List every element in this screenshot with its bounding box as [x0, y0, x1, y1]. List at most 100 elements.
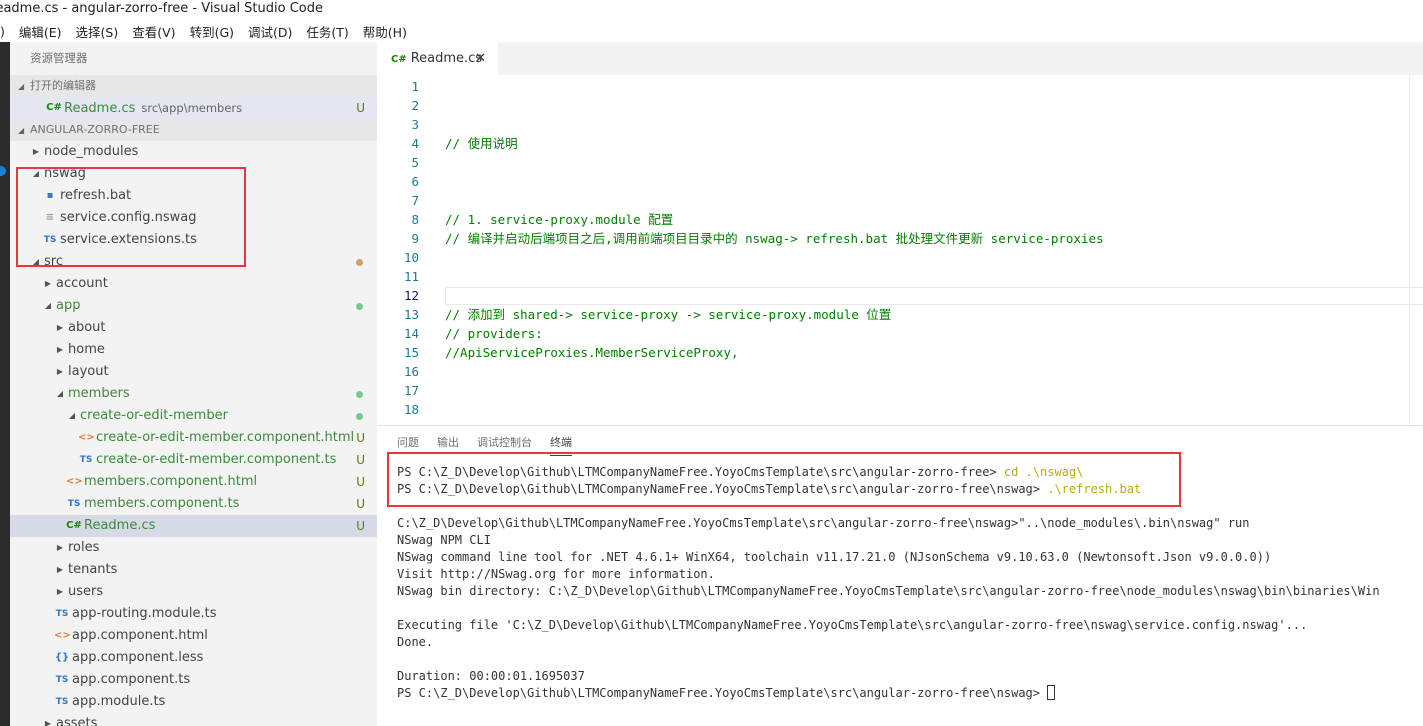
chevron-right-icon[interactable]: ▶ — [42, 713, 54, 726]
menu-item[interactable]: 编辑(E) — [12, 22, 69, 41]
line-number: 9 — [411, 231, 419, 246]
folder-item[interactable]: ◢ create-or-edit-member — [10, 405, 377, 427]
code-line[interactable]: // 编译并启动后端项目之后,调用前端项目目录中的 nswag-> refres… — [445, 229, 1104, 248]
terminal-text: Done. — [397, 635, 434, 649]
file-item[interactable]: <>create-or-edit-member.component.html U — [10, 427, 377, 449]
folder-item[interactable]: ▶ home — [10, 339, 377, 361]
line-number: 7 — [411, 193, 419, 208]
menu-item[interactable]: 转到(G) — [183, 22, 241, 41]
editor-tabs: C# Readme.cs ✕ — [377, 42, 1423, 75]
menu-item[interactable]: 任务(T) — [299, 22, 355, 41]
panel-tab[interactable]: 调试控制台 — [477, 434, 532, 450]
file-item[interactable]: TS members.component.ts U — [10, 493, 377, 515]
chevron-down-icon[interactable]: ◢ — [66, 405, 78, 427]
menu-item[interactable]: 调试(D) — [241, 22, 299, 41]
folder-item[interactable]: ◢ members — [10, 383, 377, 405]
menu-item[interactable]: 选择(S) — [69, 22, 126, 41]
explorer-title: 资源管理器 — [30, 51, 88, 65]
html-file-icon: <> — [78, 432, 95, 443]
tree-item-label: assets — [56, 716, 98, 726]
file-item[interactable]: <>members.component.html U — [10, 471, 377, 493]
untracked-badge: U — [356, 453, 365, 467]
menu-item[interactable]: 帮助(H) — [356, 22, 414, 41]
terminal-text: Duration: 00:00:01.1695037 — [397, 669, 585, 683]
file-item[interactable]: TS create-or-edit-member.component.ts U — [10, 449, 377, 471]
line-number: 13 — [403, 307, 419, 322]
chevron-right-icon[interactable]: ▶ — [54, 537, 66, 559]
editor-scrollbar[interactable] — [1409, 75, 1423, 425]
chevron-right-icon[interactable]: ▶ — [54, 361, 66, 383]
folder-item[interactable]: ▶ users — [10, 581, 377, 603]
folder-item[interactable]: ▶ layout — [10, 361, 377, 383]
folder-item[interactable]: ▶ roles — [10, 537, 377, 559]
chevron-down-icon: ◢ — [18, 126, 25, 135]
terminal-text: Executing file 'C:\Z_D\Develop\Github\LT… — [397, 618, 1308, 632]
folder-item[interactable]: ▶ tenants — [10, 559, 377, 581]
file-item[interactable]: TS app.module.ts — [10, 691, 377, 713]
tree-item-label: about — [68, 320, 106, 335]
chevron-right-icon[interactable]: ▶ — [54, 317, 66, 339]
chevron-right-icon[interactable]: ▶ — [30, 141, 42, 163]
code-line[interactable]: // 1. service-proxy.module 配置 — [445, 210, 673, 229]
explorer-sidebar: 资源管理器 ◢ 打开的编辑器 C# Readme.cs src\app\members… — [10, 42, 377, 726]
typescript-file-icon: TS — [55, 609, 69, 619]
panel-tab[interactable]: 终端 — [550, 434, 572, 456]
terminal-line: Executing file 'C:\Z_D\Develop\Github\LT… — [397, 617, 1380, 634]
code-line[interactable]: //ApiServiceProxies.MemberServiceProxy, — [445, 343, 739, 362]
editor-area: C# Readme.cs ✕ 1 2 3 4// 使用说明 5 6 7 8// 1. servic… — [377, 42, 1423, 425]
untracked-badge: U — [356, 519, 365, 533]
typescript-file-icon: TS — [55, 675, 69, 685]
line-number: 8 — [411, 212, 419, 227]
close-icon[interactable]: ✕ — [475, 42, 486, 75]
folder-item[interactable]: ◢ app — [10, 295, 377, 317]
line-number: 11 — [403, 269, 419, 284]
terminal-line: C:\Z_D\Develop\Github\LTMCompanyNameFree… — [397, 515, 1380, 532]
file-item[interactable]: C# Readme.cs U — [10, 515, 377, 537]
open-editor-item[interactable]: C# Readme.cs src\app\members U — [10, 97, 377, 119]
menu-item[interactable]: 查看(V) — [125, 22, 182, 41]
file-item[interactable]: TS app.component.ts — [10, 669, 377, 691]
terminal-line: PS C:\Z_D\Develop\Github\LTMCompanyNameF… — [397, 685, 1380, 702]
tree-item-label: app.component.ts — [72, 672, 191, 687]
line-number: 17 — [403, 383, 419, 398]
folder-item[interactable]: ▶ node_modules — [10, 141, 377, 163]
terminal-line: NSwag NPM CLI — [397, 532, 1380, 549]
file-item[interactable]: {} app.component.less — [10, 647, 377, 669]
typescript-file-icon: TS — [67, 499, 81, 509]
less-file-icon: {} — [54, 652, 70, 663]
code-line[interactable]: // providers: — [445, 324, 543, 343]
panel-tab[interactable]: 问题 — [397, 434, 419, 450]
tree-item-label: app.module.ts — [72, 694, 166, 709]
tree-item-label: account — [56, 276, 108, 291]
chevron-right-icon[interactable]: ▶ — [54, 559, 66, 581]
chevron-down-icon[interactable]: ◢ — [54, 383, 66, 405]
panel-tab[interactable]: 输出 — [437, 434, 459, 450]
line-number: 12 — [403, 288, 419, 303]
terminal-text: C:\Z_D\Develop\Github\LTMCompanyNameFree… — [397, 516, 1250, 530]
chevron-right-icon[interactable]: ▶ — [54, 339, 66, 361]
tab-readme[interactable]: C# Readme.cs ✕ — [377, 42, 498, 75]
modified-dot — [356, 391, 363, 398]
code-line[interactable]: // 添加到 shared-> service-proxy -> service… — [445, 305, 891, 324]
project-header[interactable]: ◢ ANGULAR-ZORRO-FREE — [10, 119, 377, 141]
annotation-box-nswag — [16, 167, 246, 267]
modified-dot — [356, 259, 363, 266]
file-item[interactable]: TS app-routing.module.ts — [10, 603, 377, 625]
open-editors-header[interactable]: ◢ 打开的编辑器 — [10, 75, 377, 97]
chevron-right-icon[interactable]: ▶ — [54, 581, 66, 603]
tree-item-label: members.component.ts — [84, 496, 240, 511]
folder-item[interactable]: ▶ assets — [10, 713, 377, 726]
folder-item[interactable]: ▶ about — [10, 317, 377, 339]
open-editors-label: 打开的编辑器 — [30, 79, 96, 92]
chevron-down-icon[interactable]: ◢ — [42, 295, 54, 317]
menu-item[interactable]: ) — [0, 24, 12, 39]
chevron-right-icon[interactable]: ▶ — [42, 273, 54, 295]
folder-item[interactable]: ▶ account — [10, 273, 377, 295]
window-title-text: Readme.cs - angular-zorro-free - Visual … — [0, 1, 324, 16]
file-item[interactable]: <>app.component.html — [10, 625, 377, 647]
terminal-cursor[interactable] — [1047, 685, 1056, 700]
html-file-icon: <> — [66, 476, 83, 487]
code-line[interactable]: // 使用说明 — [445, 134, 518, 153]
